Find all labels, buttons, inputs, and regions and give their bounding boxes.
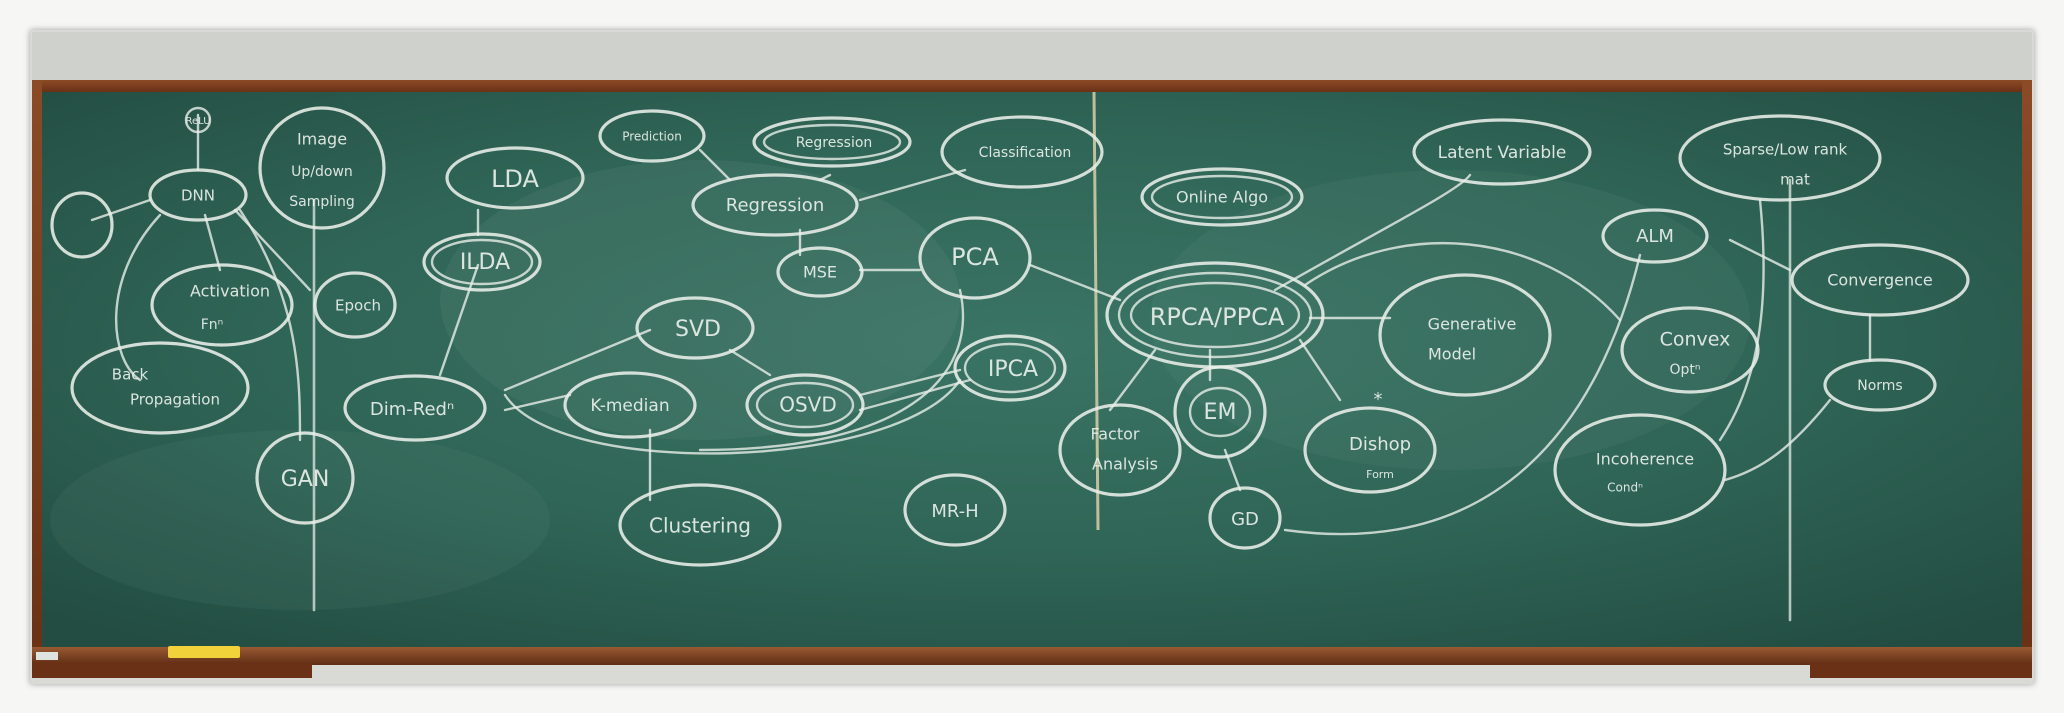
node-dishop-line1: Dishop: [1349, 434, 1411, 455]
node-image-sampling-line2: Up/down: [291, 164, 353, 180]
node-svd-label: SVD: [675, 317, 721, 342]
node-mrh-label: MR-H: [931, 501, 978, 522]
node-sparse-line1: Sparse/Low rank: [1723, 141, 1848, 159]
node-sparse-line2: mat: [1780, 171, 1810, 189]
board-frame-right: [2022, 80, 2032, 660]
node-factor-line1: Factor: [1091, 425, 1140, 444]
node-activation-line2: Fnⁿ: [201, 317, 224, 333]
node-em-label: EM: [1204, 400, 1237, 425]
node-norms-label: Norms: [1857, 378, 1902, 394]
board-frame-left: [32, 80, 42, 660]
node-epoch-label: Epoch: [335, 297, 381, 315]
white-chalk-piece: [36, 652, 58, 660]
node-alm-label: ALM: [1636, 226, 1674, 247]
node-latent-label: Latent Variable: [1438, 143, 1567, 163]
node-image-sampling-line1: Image: [297, 130, 347, 149]
node-mse-label: MSE: [803, 263, 837, 282]
board-frame-top: [32, 80, 2032, 92]
yellow-chalk-piece: [168, 646, 240, 658]
node-backprop-line1: Back: [112, 366, 149, 384]
node-online-algo-label: Online Algo: [1176, 188, 1268, 207]
node-backprop-line2: Propagation: [130, 391, 220, 409]
node-convex-line1: Convex: [1660, 329, 1731, 351]
node-dimred-label: Dim-Redⁿ: [370, 399, 454, 420]
node-relu-label: ReLU: [185, 116, 210, 127]
chalk-smudge: [50, 430, 550, 610]
node-clustering-label: Clustering: [649, 514, 751, 538]
tray-bracket-right: [1810, 662, 2032, 678]
node-convex-line2: Optⁿ: [1670, 362, 1701, 378]
node-prediction-label: Prediction: [622, 130, 682, 144]
node-gd-label: GD: [1231, 509, 1259, 530]
node-generative-line1: Generative: [1428, 315, 1517, 334]
node-classification-label: Classification: [979, 145, 1072, 161]
node-pca-label: PCA: [951, 243, 999, 271]
node-generative-line2: Model: [1428, 345, 1476, 364]
node-dishop-line2: Form: [1366, 468, 1394, 481]
node-gan-label: GAN: [281, 467, 330, 492]
node-osvd-label: OSVD: [779, 393, 837, 417]
wall-strip: [32, 32, 2032, 80]
chalk-tray: [32, 647, 2032, 665]
node-dnn-label: DNN: [181, 187, 215, 205]
node-kmedian-label: K-median: [590, 396, 669, 416]
node-ilda-label: ILDA: [460, 250, 510, 275]
node-dishop-star: *: [1374, 389, 1383, 410]
node-convergence-label: Convergence: [1827, 271, 1933, 290]
node-rpca-label: RPCA/PPCA: [1150, 303, 1285, 331]
chalkboard-illustration: ReLU DNN Image Up/down Sampling Activati…: [32, 32, 2032, 678]
node-factor-line2: Analysis: [1092, 455, 1158, 474]
tray-bracket-left: [32, 662, 312, 678]
node-activation-line1: Activation: [190, 282, 270, 301]
node-lda-label: LDA: [491, 165, 539, 193]
node-regression-top-label: Regression: [796, 135, 873, 151]
node-incoherence-line2: Condⁿ: [1607, 481, 1643, 495]
node-regression-label: Regression: [726, 195, 824, 216]
node-ipca-label: IPCA: [988, 357, 1038, 382]
node-image-sampling-line3: Sampling: [289, 194, 355, 210]
chalk-smudge: [440, 160, 960, 440]
node-incoherence-line1: Incoherence: [1596, 450, 1694, 469]
